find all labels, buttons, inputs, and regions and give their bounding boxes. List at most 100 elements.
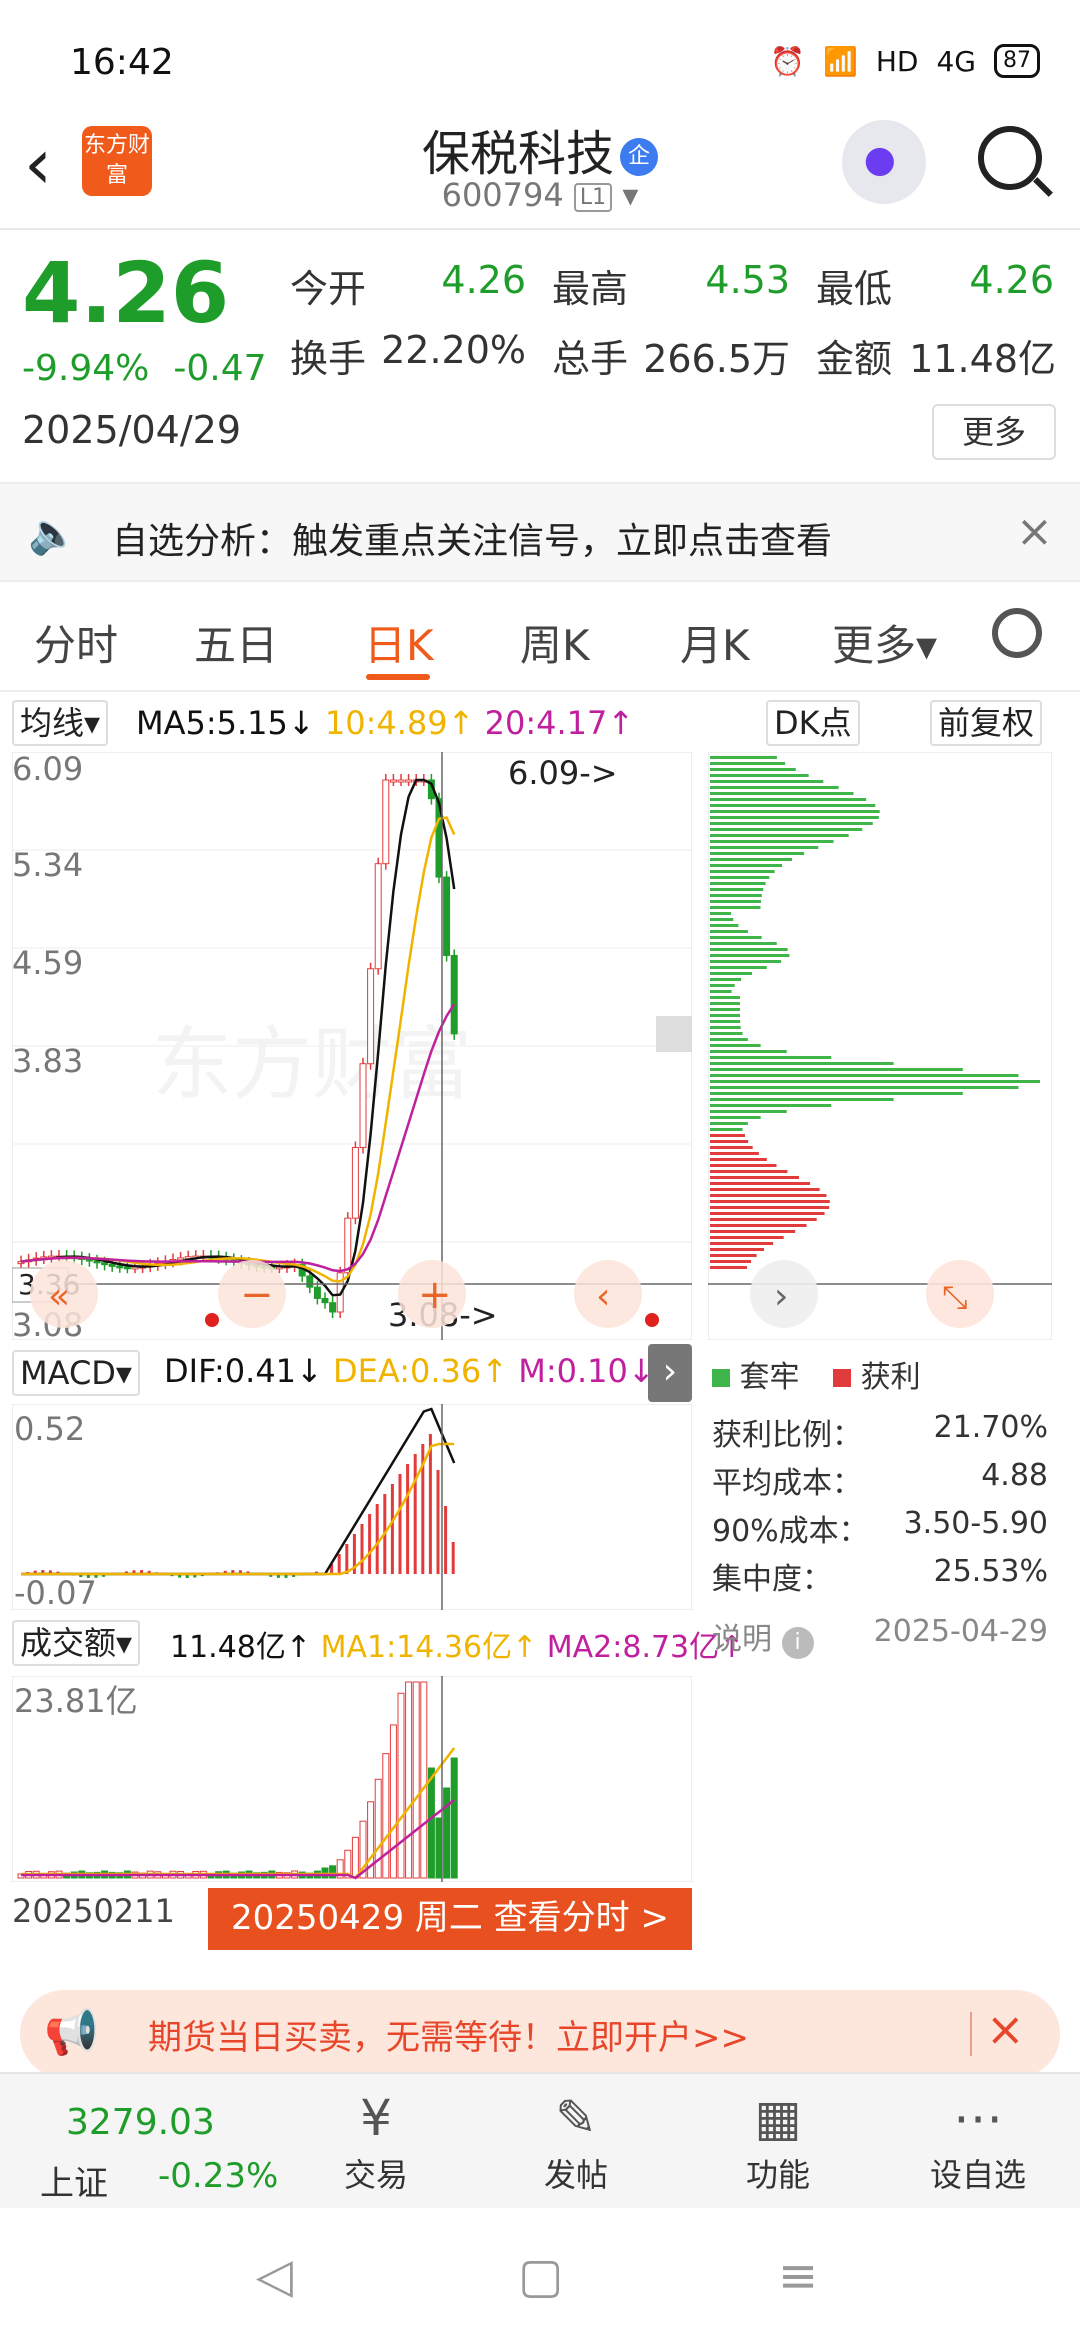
yen-icon: ¥ xyxy=(360,2089,392,2147)
chip-bar xyxy=(710,1230,796,1233)
system-home-icon[interactable]: ▢ xyxy=(518,2248,563,2304)
stat-low: 最低 4.26 xyxy=(816,258,1054,313)
nav-add-watchlist[interactable]: ⋯ 设自选 xyxy=(908,2086,1048,2196)
index-name[interactable]: 上证 xyxy=(40,2156,108,2205)
volume-bar xyxy=(435,1817,443,1879)
chip-bar xyxy=(710,756,777,759)
macd-select[interactable]: MACD▾ xyxy=(12,1350,140,1396)
index-change: -0.23% xyxy=(158,2156,279,2196)
y-label-3: 3.83 xyxy=(12,1042,83,1080)
chip-distribution-chart: › ⤡ xyxy=(708,752,1052,1340)
stat-value: 4.53 xyxy=(705,258,790,302)
nav-trade[interactable]: ¥ 交易 xyxy=(306,2086,446,2196)
info-value: 21.70% xyxy=(933,1410,1048,1445)
quote-panel: 4.26 -9.94% -0.47 2025/04/29 今开 4.26 最高 4.5… xyxy=(0,232,1080,480)
chip-bar xyxy=(710,1020,741,1023)
collapse-panel-icon[interactable]: › xyxy=(648,1344,692,1402)
chip-bar xyxy=(710,1074,1019,1077)
analysis-text[interactable]: 自选分析：触发重点关注信号，立即点击查看 xyxy=(112,512,832,564)
macd-y-bottom: -0.07 xyxy=(14,1574,97,1610)
volume-ma1: MA1:14.36亿↑ xyxy=(320,1630,538,1665)
candle-body xyxy=(359,1063,367,1148)
candle-body xyxy=(313,1286,321,1299)
minus-icon: − xyxy=(240,1272,274,1318)
gear-icon[interactable] xyxy=(992,608,1042,658)
stat-value: 266.5万 xyxy=(643,337,790,381)
chip-bar xyxy=(710,1182,811,1185)
chip-bar xyxy=(710,1122,748,1125)
stat-label: 最低 xyxy=(816,267,893,311)
kline-chart[interactable]: 东方财富 3.36 6.09 5.34 4.59 3.83 3.08 6.09-… xyxy=(12,752,692,1340)
chip-bar xyxy=(710,1254,757,1257)
dea-value: DEA:0.36↑ xyxy=(333,1352,509,1390)
tab-more[interactable]: 更多▾ xyxy=(832,612,937,673)
signal-dot xyxy=(205,1313,219,1327)
chip-bar xyxy=(710,978,742,981)
stat-value: 4.26 xyxy=(441,258,526,302)
candle-body xyxy=(367,968,375,1065)
more-stats-button[interactable]: 更多 xyxy=(932,404,1056,460)
candle-body xyxy=(397,779,405,783)
chip-bar xyxy=(710,810,880,813)
tab-daily-k[interactable]: 日K xyxy=(364,612,434,673)
candle-body xyxy=(344,1217,352,1274)
wifi-icon: 📶 xyxy=(822,44,858,78)
watermark: 东方财富 xyxy=(152,1020,472,1109)
chip-bar xyxy=(710,1158,767,1161)
promo-banner[interactable]: 📢 期货当日买卖，无需等待！立即开户>> × xyxy=(20,1990,1060,2078)
macd-values: DIF:0.41↓ DEA:0.36↑ M:0.10↓ xyxy=(164,1352,655,1390)
system-menu-icon[interactable]: ≡ xyxy=(778,2248,818,2304)
nav-functions[interactable]: ▦ 功能 xyxy=(708,2086,848,2196)
high-marker: 6.09-> xyxy=(508,754,618,792)
chip-bar xyxy=(710,876,770,879)
chip-bar xyxy=(710,1050,787,1053)
signal-dot xyxy=(645,1313,659,1327)
chip-bar xyxy=(710,852,805,855)
note-link[interactable]: 说明 xyxy=(712,1622,772,1657)
promo-text[interactable]: 期货当日买卖，无需等待！立即开户>> xyxy=(148,2010,749,2059)
chip-bar xyxy=(710,1128,743,1131)
chip-bar xyxy=(710,1236,784,1239)
close-icon[interactable]: × xyxy=(986,2002,1025,2056)
stat-open: 今开 4.26 xyxy=(290,258,526,313)
chip-bar xyxy=(710,1152,759,1155)
macd-frame xyxy=(12,1404,692,1610)
chip-bar xyxy=(710,1188,820,1191)
assistant-robot-icon[interactable] xyxy=(842,120,926,204)
tab-weekly-k[interactable]: 周K xyxy=(520,612,590,673)
plus-icon: + xyxy=(418,1272,452,1318)
close-icon[interactable]: × xyxy=(1016,506,1053,557)
scroll-handle[interactable] xyxy=(656,1016,692,1052)
analysis-bar[interactable]: 🔈 自选分析：触发重点关注信号，立即点击查看 × xyxy=(0,482,1080,582)
tab-monthly-k[interactable]: 月K xyxy=(680,612,750,673)
stat-turnover: 换手 22.20% xyxy=(290,328,526,383)
info-label: 90%成本： xyxy=(712,1514,869,1549)
chip-bar xyxy=(710,1008,741,1011)
y-label-1: 5.34 xyxy=(12,846,83,884)
volume-select[interactable]: 成交额▾ xyxy=(12,1620,141,1666)
volume-bar xyxy=(389,1724,397,1879)
view-intraday-button[interactable]: 20250429 周二 查看分时 > xyxy=(208,1888,692,1950)
index-value[interactable]: 3279.03 xyxy=(66,2102,215,2143)
adjust-select[interactable]: 前复权 xyxy=(930,700,1043,746)
info-icon[interactable]: i xyxy=(781,1627,814,1659)
stat-value: 4.26 xyxy=(969,258,1054,302)
ma5-value: MA5:5.15↓ xyxy=(136,704,315,742)
start-date: 20250211 xyxy=(12,1892,175,1930)
tab-five-day[interactable]: 五日 xyxy=(194,612,278,673)
system-back-icon[interactable]: ◁ xyxy=(256,2248,293,2304)
search-icon[interactable] xyxy=(978,126,1042,190)
chip-bar xyxy=(710,828,863,831)
indicator-select[interactable]: 均线▾ xyxy=(12,700,109,746)
chip-bar xyxy=(710,1140,749,1143)
candle-body xyxy=(405,779,413,783)
nav-post[interactable]: ✎ 发帖 xyxy=(506,2086,646,2196)
dk-point-select[interactable]: DK点 xyxy=(766,700,860,746)
ma-values: MA5:5.15↓ 10:4.89↑ 20:4.17↑ xyxy=(136,704,634,742)
nav-label: 发帖 xyxy=(543,2156,608,2194)
chip-bar xyxy=(710,936,762,939)
volume-bar xyxy=(427,1767,435,1879)
chip-bar xyxy=(710,1206,830,1209)
tab-intraday[interactable]: 分时 xyxy=(34,612,118,673)
chip-bar xyxy=(710,912,732,915)
